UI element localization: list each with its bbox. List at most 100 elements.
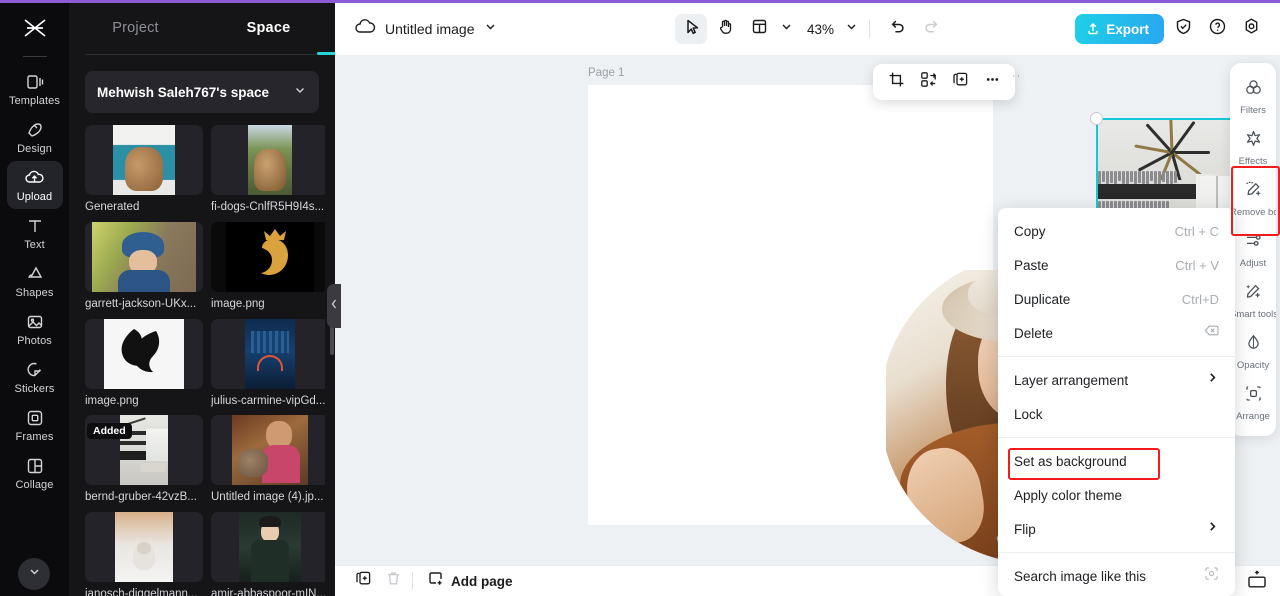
delete-page-button[interactable] <box>378 569 408 593</box>
rail-item-upload[interactable]: Upload <box>7 161 63 209</box>
opacity-drop-icon <box>1244 333 1263 357</box>
stickers-icon <box>25 360 45 380</box>
document-title-group[interactable]: Untitled image <box>354 18 497 41</box>
capcut-logo-icon[interactable] <box>0 0 69 56</box>
more-options-icon <box>984 71 1001 93</box>
asset-item[interactable]: amir-abbaspoor-mIN... <box>211 512 325 596</box>
resize-handle-tl[interactable] <box>1090 112 1103 125</box>
menu-label: Duplicate <box>1014 292 1182 307</box>
menu-item-layer-arrangement[interactable]: Layer arrangement <box>998 363 1235 397</box>
design-icon <box>25 120 45 140</box>
rail-label: Design <box>17 143 52 155</box>
rightbar-item-opacity[interactable]: Opacity <box>1230 326 1276 377</box>
rightbar-item-effects[interactable]: Effects <box>1230 122 1276 173</box>
duplicate-button[interactable] <box>945 67 975 97</box>
tab-project[interactable]: Project <box>69 20 202 36</box>
asset-item[interactable]: Generated <box>85 125 203 218</box>
duplicate-page-icon <box>355 570 372 592</box>
rail-item-templates[interactable]: Templates <box>7 65 63 113</box>
asset-thumbnail <box>211 125 325 195</box>
panel-tabs: Project Space <box>69 0 335 55</box>
redo-button[interactable] <box>915 14 947 44</box>
chevron-down-icon[interactable] <box>780 20 793 38</box>
menu-item-duplicate[interactable]: Duplicate Ctrl+D <box>998 282 1235 316</box>
add-page-button[interactable]: Add page <box>427 570 513 592</box>
rightbar-label: Arrange <box>1230 411 1276 422</box>
rail-item-collage[interactable]: Collage <box>7 449 63 497</box>
rightbar-item-filters[interactable]: Filters <box>1230 71 1276 122</box>
shapes-icon <box>25 264 45 284</box>
layout-tool-button[interactable] <box>743 14 775 44</box>
present-button[interactable] <box>1246 569 1268 594</box>
asset-name: bernd-gruber-42vzB... <box>85 490 203 504</box>
menu-item-set-as-background[interactable]: Set as background <box>998 444 1235 478</box>
tab-space[interactable]: Space <box>202 20 335 36</box>
menu-item-flip[interactable]: Flip <box>998 512 1235 546</box>
menu-label: Flip <box>1014 522 1206 537</box>
asset-item[interactable]: julius-carmine-vipGd... <box>211 319 325 412</box>
asset-item[interactable]: Added bernd-gruber-42vzB... <box>85 415 203 508</box>
hand-tool-button[interactable] <box>709 14 741 44</box>
chevron-right-icon <box>1206 371 1219 389</box>
asset-item[interactable]: garrett-jackson-UKx... <box>85 222 203 315</box>
menu-item-lock[interactable]: Lock <box>998 397 1235 431</box>
asset-name: image.png <box>211 297 325 311</box>
rail-item-shapes[interactable]: Shapes <box>7 257 63 305</box>
asset-item[interactable]: Untitled image (4).jp... <box>211 415 325 508</box>
shield-check-button[interactable] <box>1168 14 1198 44</box>
menu-item-search-image-like-this[interactable]: Search image like this <box>998 559 1235 593</box>
remove-background-icon <box>1244 180 1263 204</box>
menu-item-copy[interactable]: Copy Ctrl + C <box>998 214 1235 248</box>
rightbar-item-remove-background[interactable]: Remove bckgr... <box>1230 173 1276 224</box>
header-right-group: Export <box>1075 14 1266 44</box>
rail-item-frames[interactable]: Frames <box>7 401 63 449</box>
menu-label: Apply color theme <box>1014 488 1219 503</box>
toolbar-overflow-dots[interactable]: ·· <box>1012 70 1021 82</box>
crop-button[interactable] <box>881 67 911 97</box>
menu-item-delete[interactable]: Delete <box>998 316 1235 350</box>
added-badge: Added <box>87 423 132 439</box>
menu-label: Search image like this <box>1014 569 1204 584</box>
export-button[interactable]: Export <box>1075 14 1164 44</box>
top-accent-bar <box>0 0 1280 3</box>
menu-label: Copy <box>1014 224 1175 239</box>
menu-label: Lock <box>1014 407 1219 422</box>
menu-item-paste[interactable]: Paste Ctrl + V <box>998 248 1235 282</box>
upload-arrow-icon <box>1086 21 1100 38</box>
space-selector[interactable]: Mehwish Saleh767's space <box>85 71 319 113</box>
settings-button[interactable] <box>1236 14 1266 44</box>
rightbar-item-arrange[interactable]: Arrange <box>1230 377 1276 428</box>
layout-icon <box>751 18 768 40</box>
toolbar-divider <box>869 20 870 38</box>
rightbar-label: Opacity <box>1230 360 1276 371</box>
page-sheet[interactable] <box>588 85 993 525</box>
chevron-right-icon <box>1206 520 1219 538</box>
more-options-button[interactable] <box>977 67 1007 97</box>
help-button[interactable] <box>1202 14 1232 44</box>
replace-image-button[interactable] <box>913 67 943 97</box>
rightbar-item-adjust[interactable]: Adjust <box>1230 224 1276 275</box>
menu-label: Paste <box>1014 258 1175 273</box>
menu-item-apply-color-theme[interactable]: Apply color theme <box>998 478 1235 512</box>
rail-item-design[interactable]: Design <box>7 113 63 161</box>
asset-item[interactable]: image.png <box>85 319 203 412</box>
zoom-chevron-down-icon[interactable] <box>845 20 858 38</box>
rightbar-item-smart-tools[interactable]: Smart tools <box>1230 275 1276 326</box>
rail-expand-more-button[interactable] <box>18 558 50 590</box>
asset-item[interactable]: image.png <box>211 222 325 315</box>
ceiling-fan <box>1134 130 1212 176</box>
asset-item[interactable]: janosch-diggelmann... <box>85 512 203 596</box>
rail-item-photos[interactable]: Photos <box>7 305 63 353</box>
asset-name: Generated <box>85 200 203 214</box>
chevron-down-icon[interactable] <box>484 20 497 38</box>
document-title: Untitled image <box>385 21 475 37</box>
panel-collapse-handle[interactable] <box>327 284 341 328</box>
select-tool-button[interactable] <box>675 14 707 44</box>
undo-button[interactable] <box>881 14 913 44</box>
rail-item-stickers[interactable]: Stickers <box>7 353 63 401</box>
menu-shortcut: Ctrl + V <box>1175 258 1219 273</box>
rail-item-text[interactable]: Text <box>7 209 63 257</box>
assets-panel: Project Space Mehwish Saleh767's space G <box>69 0 335 596</box>
asset-item[interactable]: fi-dogs-CnlfR5H9I4s... <box>211 125 325 218</box>
duplicate-page-button[interactable] <box>348 569 378 593</box>
